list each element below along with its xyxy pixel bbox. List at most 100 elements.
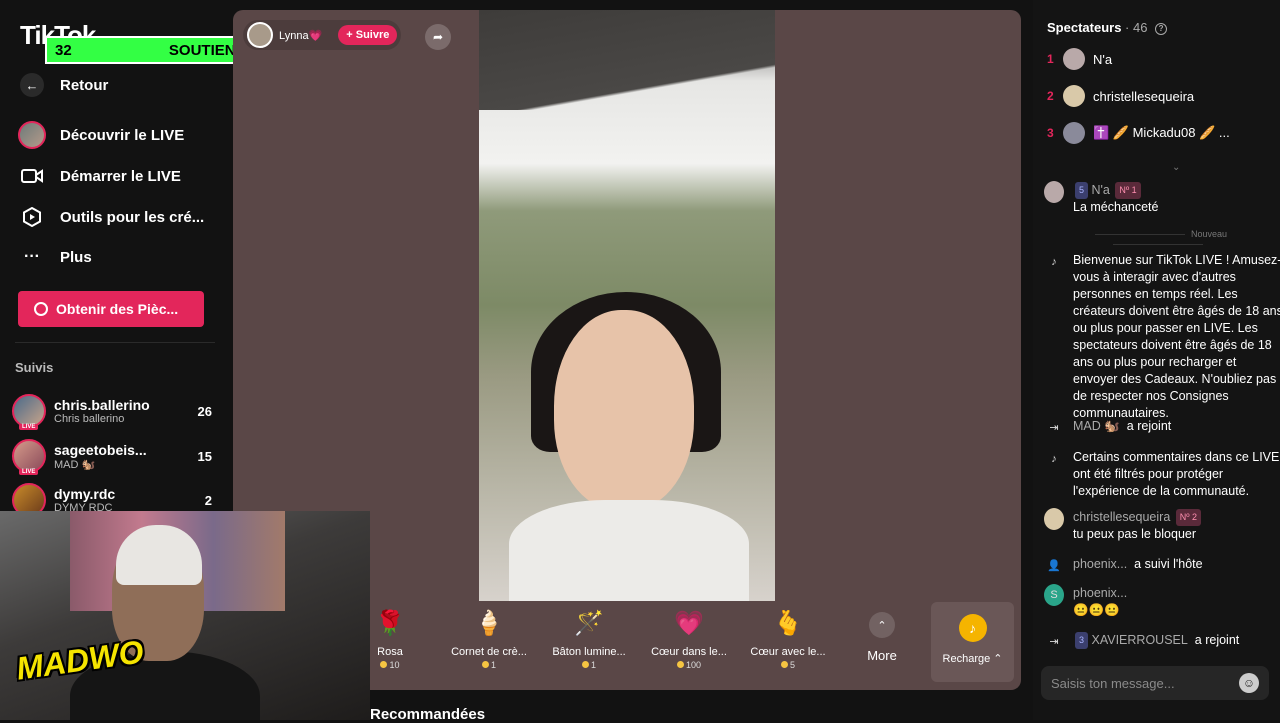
info-icon[interactable]: ? <box>1155 22 1168 35</box>
coin-icon <box>380 661 388 668</box>
gift-price: 5 <box>789 660 795 670</box>
viewer-name: ✝️ 🥖 Mickadu08 🥖 ... <box>1093 125 1230 140</box>
filter-notice: Certains commentaires dans ce LIVE ont é… <box>1073 450 1280 498</box>
following-name: dymy.rdc <box>54 486 116 502</box>
viewer-count: 2 <box>204 492 212 508</box>
gift-price: 10 <box>389 660 400 670</box>
nav-creator-tools[interactable]: Outils pour les cré... <box>18 199 228 235</box>
share-icon[interactable]: ➦ <box>425 24 451 50</box>
avatar <box>247 22 273 48</box>
join-icon: ⇥ <box>1049 421 1059 434</box>
pinned-comment: 5 N'a Nº 1 La méchanceté <box>1044 181 1280 216</box>
more-dots-icon: ··· <box>24 248 40 265</box>
join-action: a rejoint <box>1126 419 1172 433</box>
avatar <box>1063 122 1085 144</box>
creator-tools-icon <box>18 203 46 231</box>
viewers-label: Spectateurs <box>1047 20 1122 35</box>
top-viewer[interactable]: 1 N'a <box>1047 48 1112 70</box>
comment-author[interactable]: phoenix... <box>1073 586 1127 600</box>
comment-text: 😐😐😐 <box>1073 603 1120 617</box>
emoji-icon[interactable]: ☺ <box>1239 673 1259 693</box>
avatar: S <box>1044 584 1064 606</box>
gift-name: Bâton lumine... <box>552 646 626 658</box>
tiktok-coin-icon: ♪ <box>958 614 987 642</box>
arrow-left-icon: ← <box>20 73 44 97</box>
system-message: ♪ Bienvenue sur TikTok LIVE ! Amusez-vou… <box>1044 252 1280 422</box>
join-user: MAD 🐿️ <box>1073 419 1120 433</box>
live-video[interactable] <box>479 10 775 601</box>
viewer-name: christellesequeira <box>1093 88 1195 104</box>
gift-item[interactable]: 💗 Cœur dans le... 100 <box>644 608 734 670</box>
host-info[interactable]: Lynna💗 + Suivre <box>243 20 402 50</box>
more-gifts-button[interactable]: ⌃ More <box>858 612 906 663</box>
follow-user: phoenix... <box>1073 557 1128 571</box>
join-icon: ⇥ <box>1049 635 1059 648</box>
following-sub: Chris ballerino <box>54 413 125 425</box>
gift-item[interactable]: 🪄 Bâton lumine... 1 <box>544 608 634 670</box>
viewers-count: · 46 <box>1125 20 1148 35</box>
recommended-heading: Recommandées <box>370 706 486 723</box>
tiktok-icon: ♪ <box>1051 452 1057 465</box>
recharge-button[interactable]: ♪ Recharge ⌃ <box>931 602 1014 682</box>
follow-action: a suivi l'hôte <box>1134 557 1203 571</box>
avatar <box>1063 85 1085 107</box>
get-coins-label: Obtenir des Pièc... <box>56 301 179 317</box>
comment-text: La méchanceté <box>1073 200 1159 214</box>
avatar <box>1063 48 1085 70</box>
host-shirt <box>509 500 749 601</box>
camera-icon <box>18 162 46 190</box>
following-name: chris.ballerino <box>54 397 150 413</box>
nav-discover-live[interactable]: Découvrir le LIVE <box>18 117 228 153</box>
gift-item[interactable]: 🍦 Cornet de crè... 1 <box>444 608 534 670</box>
gift-price: 1 <box>490 660 496 670</box>
follow-message: 👤 phoenix... a suivi l'hôte <box>1044 556 1280 573</box>
system-message: ♪ Certains commentaires dans ce LIVE ont… <box>1044 449 1280 500</box>
gift-price: 100 <box>685 660 702 670</box>
join-user: XAVIERROUSEL <box>1091 633 1188 647</box>
comment-author[interactable]: christellesequeira <box>1073 510 1170 524</box>
user-follow-icon: 👤 <box>1047 559 1061 572</box>
join-message: ⇥ MAD 🐿️ a rejoint <box>1044 418 1280 435</box>
umbrella-shape <box>479 10 775 110</box>
gift-item[interactable]: 🫰 Cœur avec le... 5 <box>743 608 833 670</box>
comment-author: N'a <box>1091 183 1110 197</box>
chevron-down-icon[interactable]: ⌄ <box>1172 162 1180 173</box>
recharge-label: Recharge ⌃ <box>942 653 1003 665</box>
following-title: Suivis <box>15 360 54 375</box>
rank-badge: Nº 1 <box>1115 182 1141 199</box>
get-coins-button[interactable]: Obtenir des Pièc... <box>18 291 204 327</box>
chat-comment: S phoenix... 😐😐😐 <box>1044 584 1280 619</box>
following-item[interactable]: LIVE sageetobeis... MAD 🐿️ 15 <box>12 436 212 476</box>
following-sub: MAD 🐿️ <box>54 458 96 471</box>
gift-icon: 🍦 <box>474 610 504 637</box>
following-name: sageetobeis... <box>54 441 147 458</box>
coin-icon <box>780 661 788 668</box>
nav-start-live[interactable]: Démarrer le LIVE <box>18 158 228 194</box>
top-viewer[interactable]: 2 christellesequeira <box>1047 85 1194 107</box>
gift-name: Cœur avec le... <box>750 646 826 658</box>
nav-label: Démarrer le LIVE <box>60 167 181 185</box>
viewer-rank: 2 <box>1047 89 1054 103</box>
divider <box>15 342 215 343</box>
nav-more[interactable]: ··· Plus <box>18 239 228 275</box>
avatar <box>1044 181 1064 203</box>
tiktok-icon: ♪ <box>1051 255 1057 268</box>
level-badge: 5 <box>1075 182 1089 199</box>
chat-input[interactable]: Saisis ton message... ☺ <box>1041 666 1269 700</box>
follow-button[interactable]: + Suivre <box>338 25 398 45</box>
following-item[interactable]: LIVE chris.ballerino Chris ballerino 26 <box>12 391 212 431</box>
gift-name: Cornet de crè... <box>451 646 527 658</box>
viewer-count: 26 <box>197 403 212 419</box>
back-button[interactable]: ← Retour <box>18 67 228 103</box>
welcome-text: Bienvenue sur TikTok LIVE ! Amusez-vous … <box>1073 253 1280 420</box>
gift-icon: 🪄 <box>574 610 604 637</box>
top-viewer[interactable]: 3 ✝️ 🥖 Mickadu08 🥖 ... <box>1047 122 1230 144</box>
comment-text: tu peux pas le bloquer <box>1073 527 1197 541</box>
nav-label: Plus <box>60 248 92 266</box>
viewer-rank: 1 <box>1047 52 1054 66</box>
chat-comment: christellesequeira Nº 2 tu peux pas le bl… <box>1044 508 1280 543</box>
coin-icon <box>676 661 684 668</box>
nav-label: Découvrir le LIVE <box>60 126 185 144</box>
join-message: ⇥ 3 XAVIERROUSEL a rejoint <box>1044 632 1280 649</box>
gift-price: 1 <box>590 660 596 670</box>
